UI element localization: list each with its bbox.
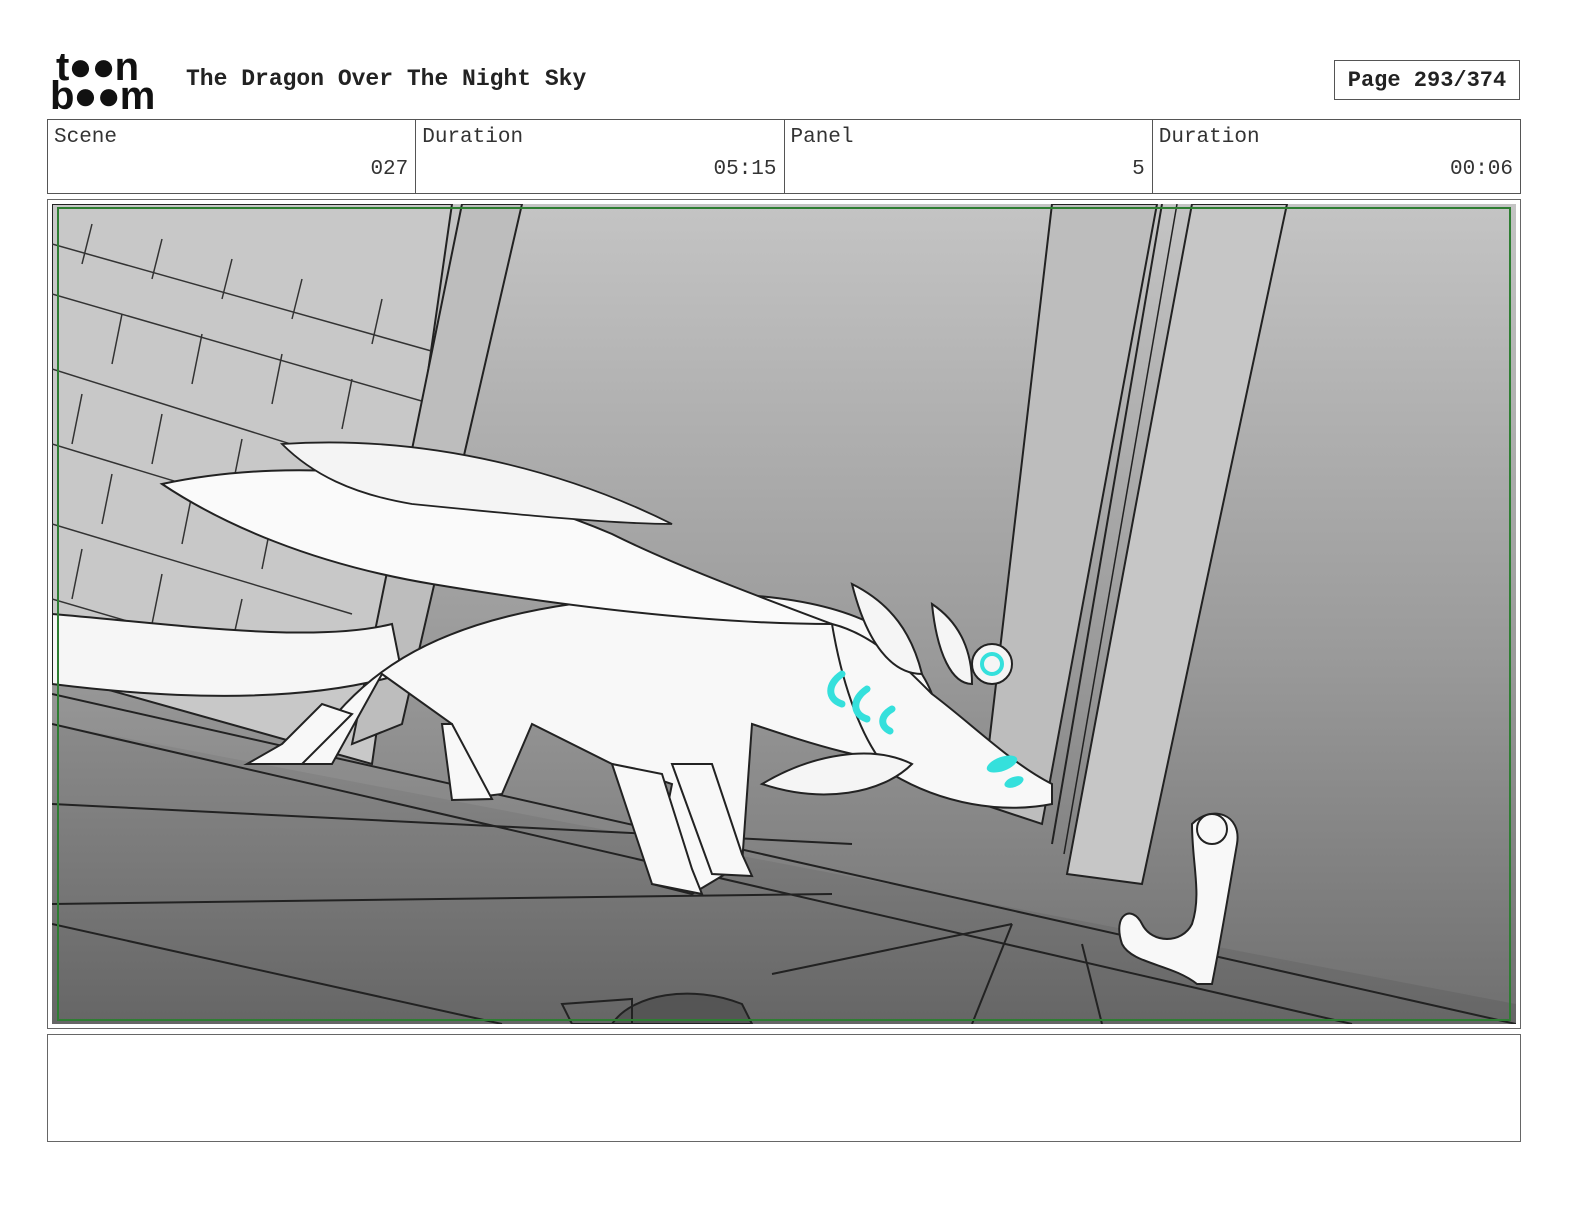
panel-image <box>52 204 1516 1024</box>
scene-info-row: Scene 027 Duration 05:15 Panel 5 Duratio… <box>47 119 1521 194</box>
storyboard-panel <box>47 199 1521 1029</box>
panel-duration-value: 00:06 <box>1449 158 1513 181</box>
panel-duration-cell: Duration 00:06 <box>1153 120 1520 193</box>
panel-duration-label: Duration <box>1158 126 1260 149</box>
storyboard-sketch-icon <box>52 204 1516 1024</box>
panel-value: 5 <box>1132 158 1145 181</box>
scene-cell: Scene 027 <box>48 120 417 193</box>
toonboom-logo: t●●n b●●m <box>50 47 165 118</box>
panel-notes-box <box>47 1034 1521 1142</box>
project-title: The Dragon Over The Night Sky <box>186 66 587 92</box>
logo-line-2: b●●m <box>50 74 155 118</box>
scene-value: 027 <box>370 158 409 181</box>
scene-label: Scene <box>54 126 118 149</box>
scene-duration-cell: Duration 05:15 <box>416 120 785 193</box>
panel-label: Panel <box>790 126 854 149</box>
scene-duration-label: Duration <box>422 126 524 149</box>
scene-duration-value: 05:15 <box>713 158 777 181</box>
page-indicator: Page 293/374 <box>1334 60 1520 100</box>
page-label: Page 293/374 <box>1347 67 1507 93</box>
panel-cell: Panel 5 <box>785 120 1153 193</box>
